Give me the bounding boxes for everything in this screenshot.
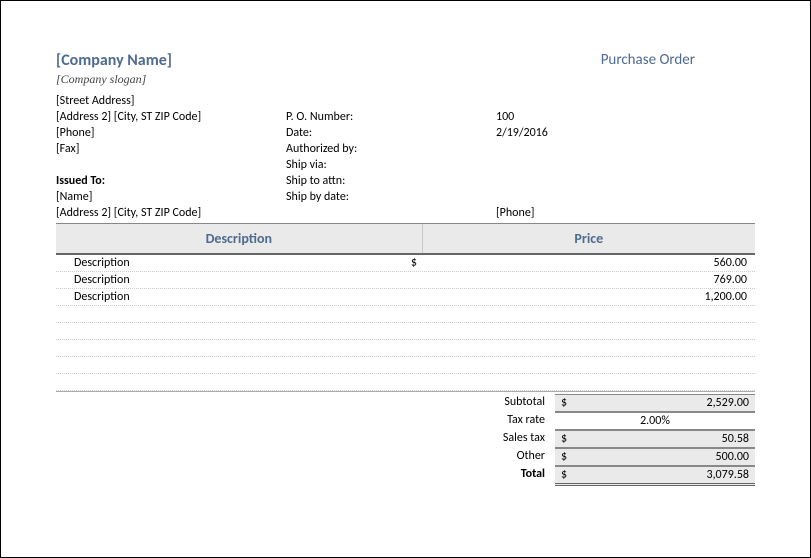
line-price: 560.00 xyxy=(441,256,755,270)
line-price: 769.00 xyxy=(441,273,755,287)
subtotal-value: 2,529.00 xyxy=(581,396,749,410)
taxrate-value: 2.00% xyxy=(561,414,749,428)
other-box: $ 500.00 xyxy=(555,448,755,466)
phone: [Phone] xyxy=(56,125,286,141)
salestax-label: Sales tax xyxy=(395,430,555,448)
subtotal-label: Subtotal xyxy=(395,394,555,412)
taxrate-label: Tax rate xyxy=(395,412,555,430)
issued-to-label: Issued To: xyxy=(56,173,286,189)
fax: [Fax] xyxy=(56,141,286,157)
po-number-value: 100 xyxy=(496,109,755,125)
subtotal-currency: $ xyxy=(561,396,581,410)
po-authorized-label: Authorized by: xyxy=(286,141,496,157)
issued-address: [Address 2] [City, ST ZIP Code] xyxy=(56,205,286,221)
line-row xyxy=(56,340,755,357)
po-shipattn-label: Ship to attn: xyxy=(286,173,496,189)
totals-section: Subtotal $ 2,529.00 Tax rate 2.00% Sales… xyxy=(56,394,755,486)
other-value: 500.00 xyxy=(581,450,749,464)
company-name: [Company Name] xyxy=(56,51,172,70)
salestax-box: $ 50.58 xyxy=(555,430,755,448)
po-shipby-label: Ship by date: xyxy=(286,189,496,205)
total-currency: $ xyxy=(561,468,581,482)
th-description: Description xyxy=(56,224,422,253)
salestax-currency: $ xyxy=(561,432,581,446)
line-row xyxy=(56,374,755,391)
line-desc: Description xyxy=(56,256,411,270)
line-items: Description$560.00Description769.00Descr… xyxy=(56,255,755,392)
other-currency: $ xyxy=(561,450,581,464)
other-label: Other xyxy=(395,448,555,466)
table-header: Description Price xyxy=(56,223,755,255)
line-row: Description 1,200.00 xyxy=(56,289,755,306)
line-row: Description$560.00 xyxy=(56,255,755,272)
company-slogan: [Company slogan] xyxy=(56,72,755,87)
line-desc: Description xyxy=(56,273,411,287)
po-shipby-value xyxy=(496,189,755,205)
po-shipvia-label: Ship via: xyxy=(286,157,496,173)
line-currency: $ xyxy=(411,256,441,270)
po-authorized-value xyxy=(496,141,755,157)
subtotal-box: $ 2,529.00 xyxy=(555,394,755,412)
line-price: 1,200.00 xyxy=(441,290,755,304)
po-date-label: Date: xyxy=(286,125,496,141)
po-shipattn-value xyxy=(496,173,755,189)
line-desc: Description xyxy=(56,290,411,304)
line-row: Description 769.00 xyxy=(56,272,755,289)
issued-name: [Name] xyxy=(56,189,286,205)
th-price: Price xyxy=(422,224,755,253)
address-line2: [Address 2] [City, ST ZIP Code] xyxy=(56,109,286,125)
taxrate-box: 2.00% xyxy=(555,412,755,430)
document-title: Purchase Order xyxy=(601,51,755,69)
po-shipvia-value xyxy=(496,157,755,173)
line-row xyxy=(56,323,755,340)
total-label: Total xyxy=(395,466,555,486)
line-row xyxy=(56,306,755,323)
street-address: [Street Address] xyxy=(56,93,286,109)
line-row xyxy=(56,357,755,374)
issued-phone: [Phone] xyxy=(496,205,755,221)
header-row: [Company Name] Purchase Order xyxy=(56,51,755,70)
info-grid: [Street Address] [Address 2] [City, ST Z… xyxy=(56,93,755,221)
salestax-value: 50.58 xyxy=(581,432,749,446)
total-box: $ 3,079.58 xyxy=(555,466,755,486)
total-value: 3,079.58 xyxy=(581,468,749,482)
po-date-value: 2/19/2016 xyxy=(496,125,755,141)
po-number-label: P. O. Number: xyxy=(286,109,496,125)
